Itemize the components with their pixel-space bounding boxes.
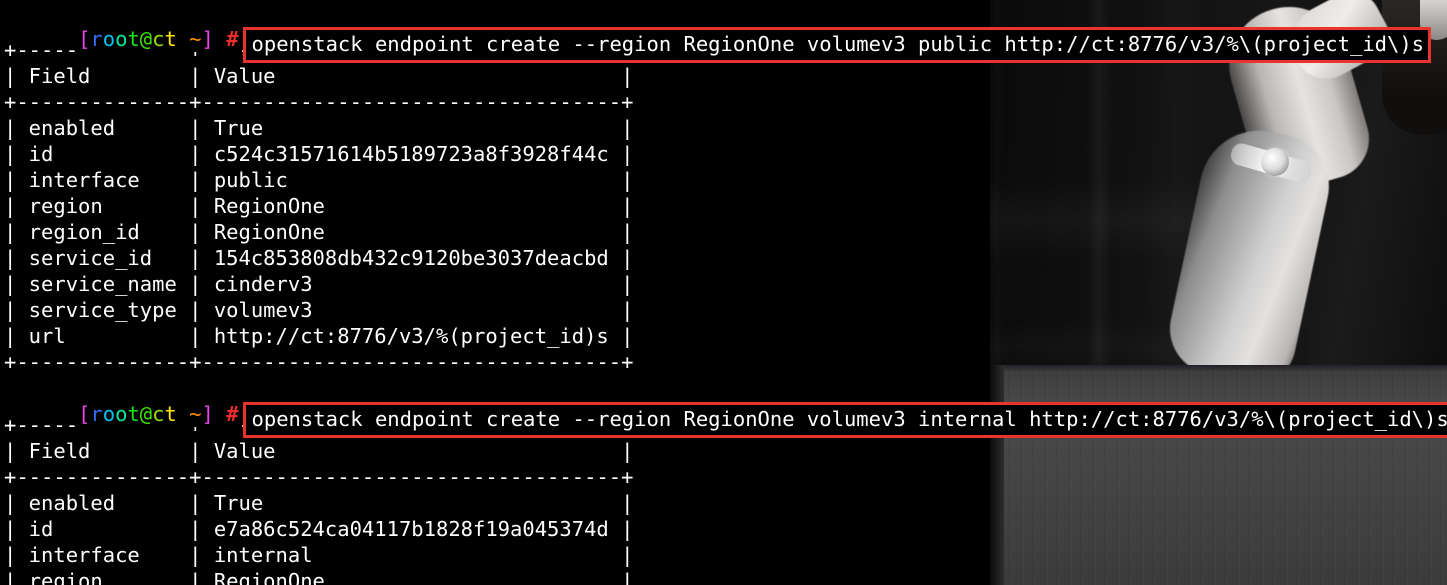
prompt-char-t: t	[127, 402, 140, 426]
prompt-open-bracket: [	[78, 402, 91, 426]
table-row: | region_id | RegionOne |	[0, 219, 680, 245]
table-row: | region | RegionOne |	[0, 568, 680, 585]
prompt-char-t: t	[127, 27, 140, 51]
prompt-char-t2: t	[164, 402, 177, 426]
prompt-char-c: c	[152, 402, 165, 426]
prompt-char-r: r	[90, 402, 103, 426]
table-header-row: | Field | Value |	[0, 438, 680, 464]
highlighted-command-2[interactable]: openstack endpoint create --region Regio…	[242, 402, 1447, 438]
prompt-char-o1: o	[102, 402, 116, 426]
shell-prompt-1: [root@ct ~] #	[78, 26, 241, 52]
highlighted-command-1[interactable]: openstack endpoint create --region Regio…	[242, 27, 1432, 63]
table-row: | service_name | cinderv3 |	[0, 271, 680, 297]
shell-prompt-2: [root@ct ~] #	[78, 401, 241, 427]
prompt-char-o2: o	[115, 27, 128, 51]
table-row: | service_id | 154c853808db432c9120be303…	[0, 245, 680, 271]
command-line-2[interactable]: [root@ct ~] # openstack endpoint create -…	[0, 375, 1447, 438]
prompt-char-at: @	[139, 402, 153, 426]
prompt-cwd: ~	[189, 402, 202, 426]
prompt-hash-sigil: #	[226, 402, 239, 426]
table-row: | id | e7a86c524ca04117b1828f19a045374d …	[0, 516, 680, 542]
table-row: | enabled | True |	[0, 490, 680, 516]
prompt-char-o1: o	[102, 27, 116, 51]
prompt-hash-sigil: #	[226, 27, 239, 51]
prompt-open-bracket: [	[78, 27, 91, 51]
table-separator: +--------------+------------------------…	[0, 349, 680, 375]
table-row: | interface | public |	[0, 167, 680, 193]
table-row: | url | http://ct:8776/v3/%(project_id)s…	[0, 323, 680, 349]
table-row: | enabled | True |	[0, 115, 680, 141]
terminal-output[interactable]: [root@ct ~] # openstack endpoint create -…	[0, 0, 1447, 585]
prompt-char-at: @	[139, 27, 153, 51]
prompt-cwd: ~	[189, 27, 202, 51]
prompt-char-c: c	[152, 27, 165, 51]
prompt-char-r: r	[90, 27, 103, 51]
prompt-close-bracket: ]	[201, 27, 214, 51]
command-line-1[interactable]: [root@ct ~] # openstack endpoint create -…	[0, 0, 1447, 63]
prompt-char-t2: t	[164, 27, 177, 51]
terminal-window[interactable]: [root@ct ~] # openstack endpoint create -…	[0, 0, 1447, 585]
table-row: | interface | internal |	[0, 542, 680, 568]
table-row: | service_type | volumev3 |	[0, 297, 680, 323]
prompt-close-bracket: ]	[201, 402, 214, 426]
table-row: | region | RegionOne |	[0, 193, 680, 219]
table-separator: +--------------+------------------------…	[0, 464, 680, 490]
table-separator: +--------------+------------------------…	[0, 89, 680, 115]
table-row: | id | c524c31571614b5189723a8f3928f44c …	[0, 141, 680, 167]
table-header-row: | Field | Value |	[0, 63, 680, 89]
prompt-char-o2: o	[115, 402, 128, 426]
